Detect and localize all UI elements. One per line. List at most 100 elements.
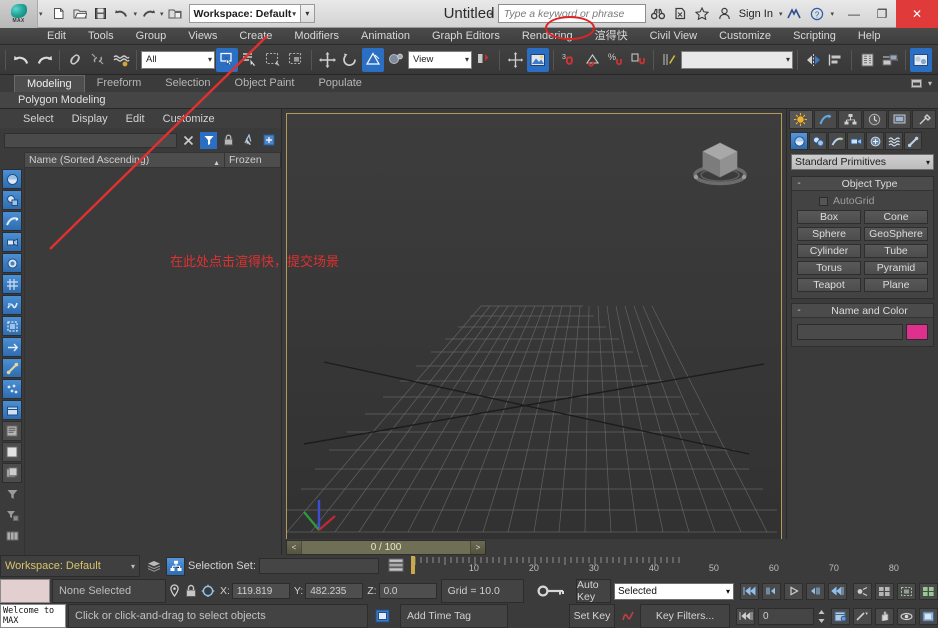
list-layers-icon[interactable]	[2, 421, 22, 441]
lights-icon[interactable]	[2, 232, 22, 252]
redo-dropdown-arrow-icon[interactable]: ▾	[160, 10, 164, 18]
ribbon-tab-freeform[interactable]: Freeform	[85, 75, 154, 92]
select-and-manipulate-icon[interactable]	[504, 48, 526, 72]
create-torus-button[interactable]: Torus	[797, 261, 861, 275]
ribbon-panel-polygon-modeling[interactable]: Polygon Modeling	[14, 94, 109, 106]
go-to-end-icon[interactable]	[828, 583, 847, 600]
coordinate-x-input[interactable]: 119.819	[232, 583, 290, 599]
curve-editor-icon[interactable]	[879, 48, 901, 72]
ribbon-tab-populate[interactable]: Populate	[306, 75, 373, 92]
ribbon-minimize-icon[interactable]	[911, 79, 925, 89]
object-color-swatch[interactable]	[906, 324, 928, 340]
absolute-relative-icon[interactable]	[199, 579, 216, 603]
coordinate-y-input[interactable]: 482.235	[305, 583, 363, 599]
menu-item-civil-view[interactable]: Civil View	[639, 28, 708, 45]
help-caret-icon[interactable]: ▾	[830, 10, 834, 18]
name-and-color-header[interactable]: - Name and Color	[792, 304, 933, 318]
view-cube-icon[interactable]	[689, 136, 751, 188]
menu-item-views[interactable]: Views	[177, 28, 228, 45]
menu-item-create[interactable]: Create	[228, 28, 283, 45]
play-icon[interactable]	[784, 583, 803, 600]
advanced-filter-icon[interactable]	[2, 505, 22, 525]
menu-item-customize[interactable]: Customize	[708, 28, 782, 45]
key-step-icon[interactable]	[736, 608, 755, 625]
use-pivot-point-icon[interactable]	[473, 48, 495, 72]
material-editor-icon[interactable]	[910, 48, 932, 72]
column-header-frozen[interactable]: Frozen	[224, 153, 280, 167]
spinner-snap-icon[interactable]	[627, 48, 649, 72]
clear-search-icon[interactable]	[180, 132, 197, 149]
collapse-icon[interactable]: -	[792, 305, 806, 316]
create-cone-button[interactable]: Cone	[864, 210, 928, 224]
systems-icon[interactable]	[904, 132, 922, 150]
filter-icon[interactable]	[200, 132, 217, 149]
undo-icon[interactable]	[112, 4, 132, 24]
binoculars-icon[interactable]	[649, 4, 668, 24]
sign-in-caret-icon[interactable]: ▾	[779, 10, 783, 18]
close-button[interactable]: ✕	[896, 0, 938, 28]
autogrid-checkbox[interactable]	[819, 197, 828, 206]
undo-dropdown-arrow-icon[interactable]: ▾	[134, 10, 138, 18]
bind-spacewarp-icon[interactable]	[110, 48, 132, 72]
create-geosphere-button[interactable]: GeoSphere	[864, 227, 928, 241]
motion-tab[interactable]	[863, 110, 887, 129]
container-icon[interactable]	[2, 400, 22, 420]
display-all-icon[interactable]	[2, 169, 22, 189]
undo-icon[interactable]	[10, 48, 32, 72]
explorer-menu-customize[interactable]: Customize	[154, 113, 224, 125]
time-slider[interactable]: < 0 / 100 >	[286, 540, 486, 555]
pan-icon[interactable]	[875, 608, 894, 625]
menu-item-rendering[interactable]: Rendering	[511, 28, 584, 45]
select-object-icon[interactable]	[216, 48, 238, 72]
new-file-icon[interactable]	[49, 4, 69, 24]
coordinate-center-icon[interactable]	[385, 48, 407, 72]
explorer-menu-select[interactable]: Select	[14, 113, 63, 125]
maximize-viewport-icon[interactable]	[919, 608, 938, 625]
ribbon-tab-selection[interactable]: Selection	[153, 75, 222, 92]
render-setup-icon[interactable]	[527, 48, 549, 72]
user-icon[interactable]	[715, 4, 734, 24]
filter-funnel-icon[interactable]	[2, 484, 22, 504]
key-mode-icon[interactable]	[853, 583, 872, 600]
align-icon[interactable]	[825, 48, 847, 72]
helpers-icon[interactable]	[2, 274, 22, 294]
layer-stack-icon[interactable]	[145, 557, 163, 575]
create-pyramid-button[interactable]: Pyramid	[864, 261, 928, 275]
collapse-icon[interactable]: -	[792, 178, 806, 189]
autogrid-row[interactable]: AutoGrid	[797, 195, 928, 207]
menu-item-group[interactable]: Group	[125, 28, 178, 45]
geometry-icon[interactable]	[2, 190, 22, 210]
menu-item-modifiers[interactable]: Modifiers	[283, 28, 350, 45]
layer-manager-icon[interactable]	[856, 48, 878, 72]
explorer-menu-display[interactable]: Display	[63, 113, 117, 125]
search-input[interactable]: Type a keyword or phrase	[498, 4, 646, 23]
manage-selection-sets-icon[interactable]	[166, 557, 185, 576]
track-bar[interactable]: 10 20 30 40 50 60 70 80 90 100	[383, 555, 938, 577]
list-objects-icon[interactable]	[2, 442, 22, 462]
cameras-icon[interactable]	[2, 253, 22, 273]
set-project-folder-icon[interactable]	[165, 4, 185, 24]
autodesk-icon[interactable]	[785, 4, 804, 24]
star-icon[interactable]	[693, 4, 712, 24]
select-region-icon[interactable]	[262, 48, 284, 72]
create-box-button[interactable]: Box	[797, 210, 861, 224]
particle-icon[interactable]	[2, 379, 22, 399]
add-time-tag-field[interactable]: Add Time Tag	[400, 604, 508, 628]
menu-item-animation[interactable]: Animation	[350, 28, 421, 45]
utilities-tab[interactable]	[912, 110, 936, 129]
select-move-icon[interactable]	[316, 48, 338, 72]
select-scale-icon[interactable]	[362, 48, 384, 72]
previous-frame-icon[interactable]	[762, 583, 781, 600]
display-tab[interactable]	[888, 110, 912, 129]
list-sheets-icon[interactable]	[2, 463, 22, 483]
create-tube-button[interactable]: Tube	[864, 244, 928, 258]
sign-in-button[interactable]: Sign In	[737, 8, 775, 20]
frame-spinner[interactable]	[817, 608, 826, 625]
app-logo-button[interactable]: MAX	[0, 0, 38, 28]
lock-icon[interactable]	[220, 132, 237, 149]
isolate-icon[interactable]	[166, 579, 183, 603]
percent-snap-icon[interactable]: %	[604, 48, 626, 72]
logo-dropdown-arrow-icon[interactable]: ▾	[39, 10, 43, 18]
time-slider-value[interactable]: 0 / 100	[301, 541, 471, 554]
coordinate-z-input[interactable]: 0.0	[379, 583, 437, 599]
